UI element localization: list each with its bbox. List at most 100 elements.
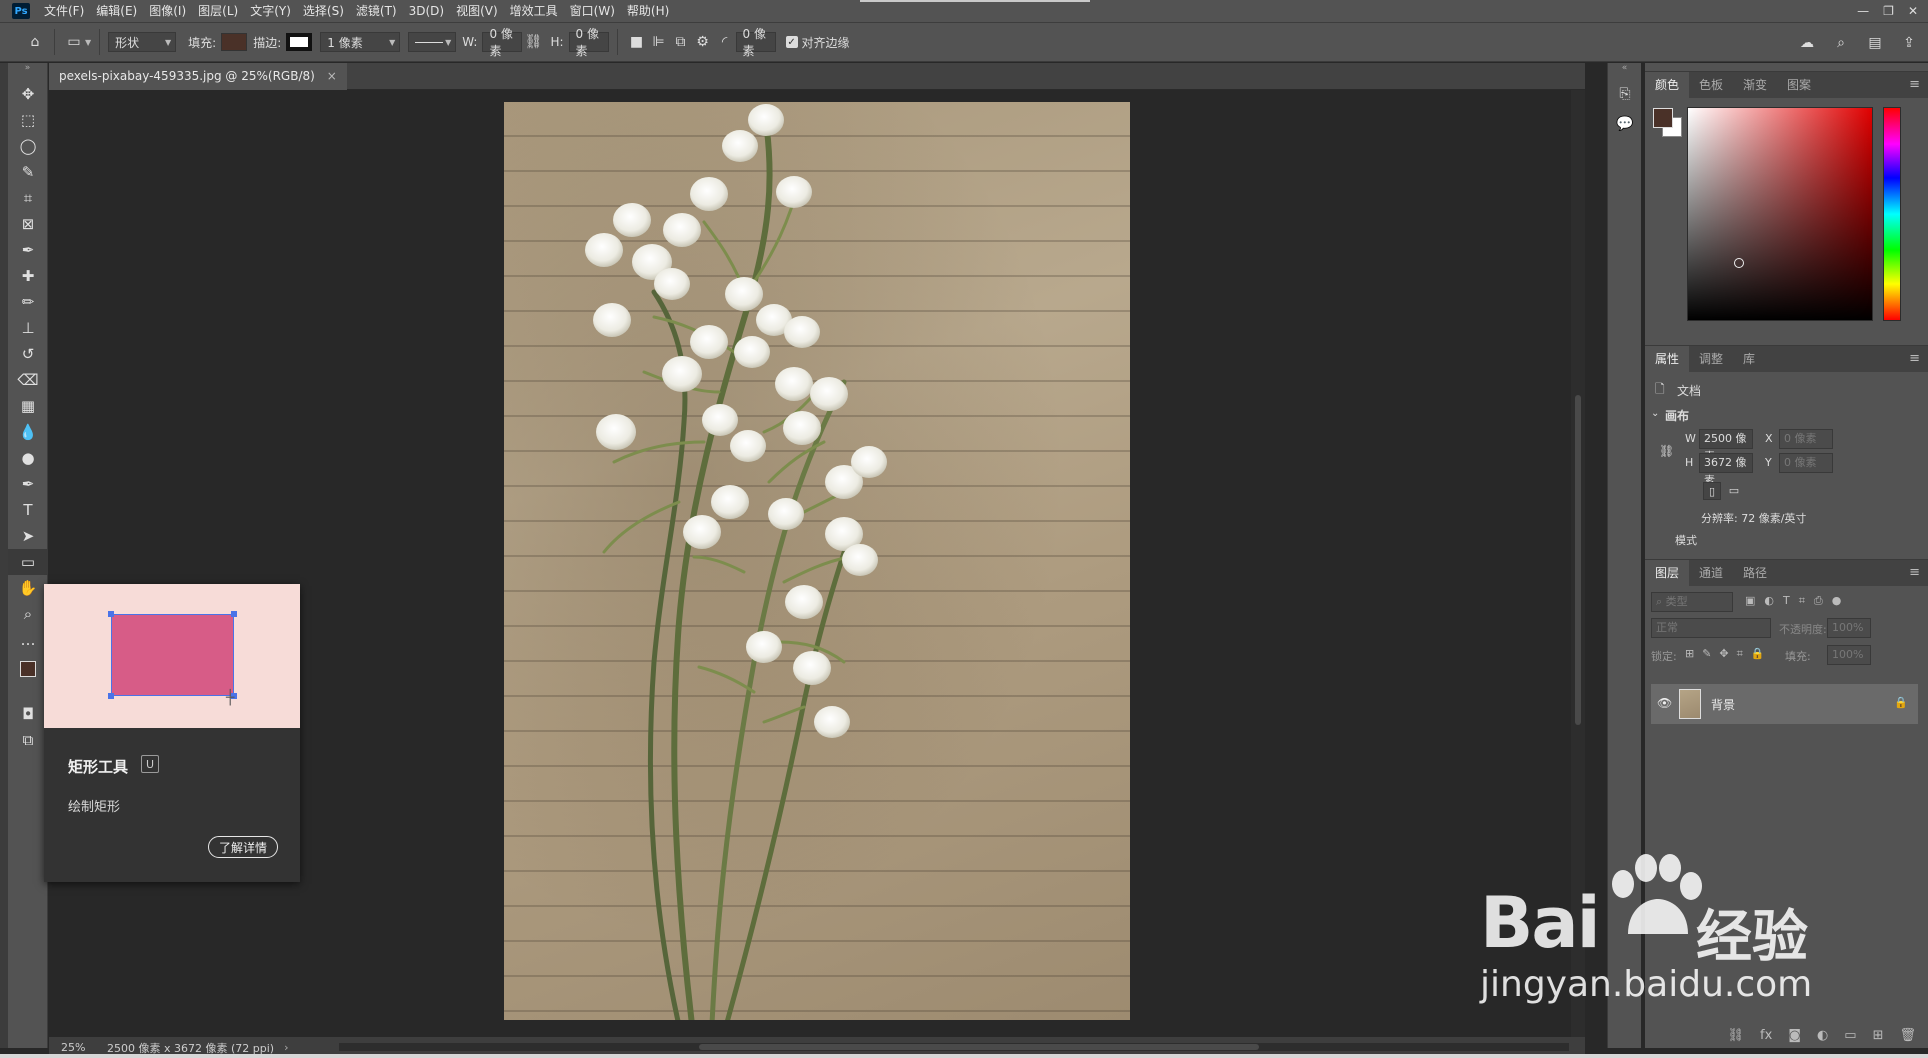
healing-brush-tool-icon[interactable]: ✚ [8,263,48,289]
layer-row-background[interactable]: 👁 背景 🔒 [1651,684,1918,724]
canvas-y-input[interactable]: 0 像素 [1779,453,1833,473]
restore-icon[interactable]: ❐ [1883,4,1894,18]
add-mask-icon[interactable]: ◙ [1788,1028,1801,1043]
path-arrangement-icon[interactable]: ⧉ [670,31,692,53]
menu-edit[interactable]: 编辑(E) [90,0,143,22]
align-edges-checkbox[interactable]: ✓ [785,36,798,48]
marquee-tool-icon[interactable]: ⬚ [8,107,48,133]
horizontal-scroll-thumb[interactable] [699,1044,1259,1050]
tab-libraries[interactable]: 库 [1733,346,1765,372]
path-alignment-icon[interactable]: ⊫ [648,31,670,53]
horizontal-scrollbar[interactable] [339,1043,1569,1051]
tab-patterns[interactable]: 图案 [1777,72,1821,98]
tab-swatches[interactable]: 色板 [1689,72,1733,98]
collapse-icon[interactable]: » [8,63,47,81]
close-tab-icon[interactable]: × [327,63,337,90]
menu-plugins[interactable]: 增效工具 [504,0,564,22]
color-field[interactable] [1687,107,1873,321]
eye-icon[interactable]: 👁 [1657,696,1672,710]
layer-filter-dropdown[interactable]: ⌕ 类型 [1651,592,1733,612]
menu-type[interactable]: 文字(Y) [244,0,297,22]
tab-adjustments[interactable]: 调整 [1689,346,1733,372]
search-icon[interactable]: ⌕ [1830,32,1852,54]
rectangle-tool-icon[interactable]: ▭ [8,549,48,575]
layer-filter-icons[interactable]: ▣◐T⌗⎙● [1745,594,1850,608]
fx-icon[interactable]: fx [1760,1028,1772,1043]
panel-menu-icon[interactable]: ≡ [1909,351,1920,366]
path-operations-icon[interactable]: ■ [626,31,648,53]
menu-3d[interactable]: 3D(D) [403,0,450,22]
menu-filter[interactable]: 滤镜(T) [350,0,403,22]
workspace-icon[interactable]: ▤ [1864,32,1886,54]
frame-tool-icon[interactable]: ⊠ [8,211,48,237]
blur-tool-icon[interactable]: 💧 [8,419,48,445]
gear-icon[interactable]: ⚙ [692,31,714,53]
quick-mask-icon[interactable]: ◘ [8,701,48,727]
hue-slider[interactable] [1883,107,1901,321]
panel-menu-icon[interactable]: ≡ [1909,77,1920,92]
stroke-type-dropdown[interactable]: ▼ [408,32,457,52]
collapse-icon[interactable]: « [1608,63,1641,79]
menu-window[interactable]: 窗口(W) [564,0,621,22]
history-icon[interactable]: ⎘ [1608,79,1642,109]
menu-layer[interactable]: 图层(L) [192,0,244,22]
menu-image[interactable]: 图像(I) [143,0,192,22]
stroke-swatch[interactable] [286,33,313,51]
color-swatches[interactable] [1653,108,1683,138]
move-tool-icon[interactable]: ✥ [8,81,48,107]
lasso-tool-icon[interactable]: ◯ [8,133,48,159]
pen-tool-icon[interactable]: ✒ [8,471,48,497]
mode-dropdown[interactable]: 形状 ▼ [108,32,177,52]
blend-mode-dropdown[interactable]: 正常 [1651,618,1771,638]
document-tab[interactable]: pexels-pixabay-459335.jpg @ 25%(RGB/8) × [49,63,347,90]
tab-properties[interactable]: 属性 [1645,346,1690,372]
vertical-scroll-thumb[interactable] [1575,395,1581,725]
chevron-down-icon[interactable]: ⌄ [1651,408,1659,419]
new-group-icon[interactable]: ▭ [1844,1028,1856,1043]
canvas-area[interactable] [49,90,1585,1037]
canvas-height-input[interactable]: 3672 像素 [1699,453,1753,487]
landscape-orientation-icon[interactable]: ▭ [1725,482,1743,500]
eyedropper-tool-icon[interactable]: ✒ [8,237,48,263]
fill-input[interactable]: 100% [1827,645,1871,665]
hand-tool-icon[interactable]: ✋ [8,575,48,601]
menu-select[interactable]: 选择(S) [297,0,350,22]
close-icon[interactable]: ✕ [1908,4,1918,18]
canvas-x-input[interactable]: 0 像素 [1779,429,1833,449]
foreground-color-swatch[interactable] [1653,108,1673,128]
adjustment-layer-icon[interactable]: ◐ [1817,1028,1828,1043]
tab-channels[interactable]: 通道 [1689,560,1733,586]
width-input[interactable]: 0 像素 [482,27,523,58]
history-brush-tool-icon[interactable]: ↺ [8,341,48,367]
canvas-width-input[interactable]: 2500 像素 [1699,429,1753,463]
corner-radius-input[interactable]: 0 像素 [735,27,776,58]
chevron-right-icon[interactable]: › [284,1041,288,1054]
menu-view[interactable]: 视图(V) [450,0,504,22]
share-icon[interactable]: ⇪ [1898,32,1920,54]
path-select-tool-icon[interactable]: ➤ [8,523,48,549]
height-input[interactable]: 0 像素 [568,27,609,58]
type-tool-icon[interactable]: T [8,497,48,523]
tab-gradients[interactable]: 渐变 [1733,72,1777,98]
lock-icons[interactable]: ⊞✎✥⌗🔒 [1685,647,1773,661]
home-icon[interactable]: ⌂ [24,31,46,53]
gradient-tool-icon[interactable]: ▦ [8,393,48,419]
learn-more-button[interactable]: 了解详情 [207,836,278,858]
new-layer-icon[interactable]: ⊞ [1873,1028,1884,1043]
stamp-tool-icon[interactable]: ⊥ [8,315,48,341]
eraser-tool-icon[interactable]: ⌫ [8,367,48,393]
tab-paths[interactable]: 路径 [1733,560,1777,586]
fill-swatch[interactable] [221,33,248,51]
cloud-docs-icon[interactable]: ☁ [1796,32,1818,54]
link-layers-icon[interactable]: ⛓ [1728,1028,1745,1043]
trash-icon[interactable]: 🗑 [1899,1028,1916,1043]
dodge-tool-icon[interactable]: ● [8,445,48,471]
minimize-icon[interactable]: — [1857,4,1869,18]
comments-icon[interactable]: 💬 [1608,109,1642,139]
tab-color[interactable]: 颜色 [1645,72,1690,98]
stroke-width-dropdown[interactable]: 1 像素 ▼ [320,32,401,52]
tool-preset-icon[interactable]: ▭ [63,31,85,53]
opacity-input[interactable]: 100% [1827,618,1871,638]
link-dimensions-icon[interactable]: ⛓ [1659,444,1674,458]
crop-tool-icon[interactable]: ⌗ [8,185,48,211]
